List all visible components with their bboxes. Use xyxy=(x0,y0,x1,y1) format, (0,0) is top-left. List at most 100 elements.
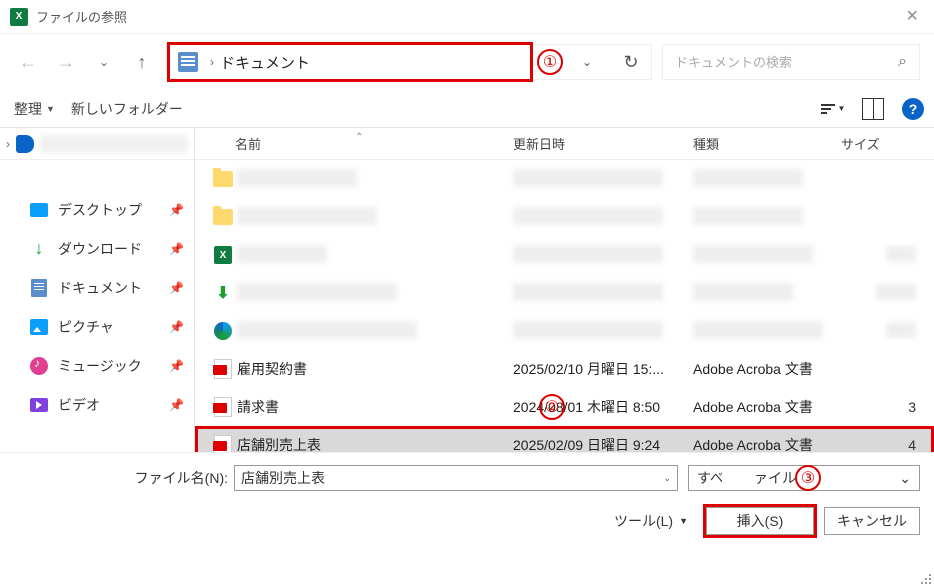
redacted-text xyxy=(886,246,916,262)
toolbar: 整理 ▼ 新しいフォルダー ▼ ? xyxy=(0,90,934,128)
redacted-text xyxy=(513,207,663,225)
file-list: 名前 ⌃ 更新日時 種類 サイズ X xyxy=(195,128,934,452)
chevron-right-icon[interactable]: › xyxy=(6,137,10,151)
tree-item-documents[interactable]: ドキュメント 📌 xyxy=(0,268,194,307)
list-item[interactable] xyxy=(195,160,934,198)
redacted-text xyxy=(513,245,663,263)
tree-label: デスクトップ xyxy=(58,200,159,220)
help-button[interactable]: ? xyxy=(902,98,924,120)
list-item[interactable]: 雇用契約書 2025/02/10 月曜日 15:... Adobe Acroba… xyxy=(195,350,934,388)
annotation-overlay xyxy=(722,469,756,487)
file-name: 店舗別売上表 xyxy=(237,435,513,452)
resize-grip[interactable] xyxy=(916,569,932,585)
redacted-text xyxy=(40,135,188,153)
filename-input[interactable]: 店舗別売上表 ⌄ xyxy=(234,465,678,491)
organize-menu[interactable]: 整理 ▼ xyxy=(10,99,59,119)
close-icon[interactable]: × xyxy=(900,5,924,28)
chevron-down-icon: ▼ xyxy=(838,104,846,113)
main-area: › デスクトップ 📌 ↓ ダウンロード 📌 ドキュメント 📌 ピクチャ 📌 ミ xyxy=(0,128,934,452)
title-bar: X ファイルの参照 × xyxy=(0,0,934,34)
redacted-text xyxy=(237,283,397,301)
list-view-icon xyxy=(821,104,835,114)
refresh-button[interactable]: ↻ xyxy=(611,52,651,73)
up-button[interactable]: ↑ xyxy=(128,48,156,76)
pin-icon: 📌 xyxy=(169,398,184,412)
annotation-marker-3: ③ xyxy=(795,465,821,491)
cancel-button[interactable]: キャンセル xyxy=(824,507,920,535)
chevron-down-icon[interactable]: ⌄ xyxy=(663,473,671,484)
redacted-text xyxy=(693,207,803,225)
redacted-text xyxy=(693,321,823,339)
column-name[interactable]: 名前 ⌃ xyxy=(195,134,513,153)
address-bar[interactable]: › ドキュメント xyxy=(167,42,533,82)
column-date[interactable]: 更新日時 xyxy=(513,134,693,153)
list-item[interactable] xyxy=(195,312,934,350)
music-icon xyxy=(30,357,48,375)
tree-label: ドキュメント xyxy=(58,278,159,298)
tree-label: ミュージック xyxy=(58,356,159,376)
back-button[interactable]: ← xyxy=(14,48,42,76)
redacted-text xyxy=(876,284,916,300)
documents-icon xyxy=(31,279,47,297)
redacted-text xyxy=(886,322,916,338)
file-type: Adobe Acroba 文書 xyxy=(693,435,841,452)
folder-icon xyxy=(213,209,233,225)
list-item-selected[interactable]: 店舗別売上表 2025/02/09 日曜日 9:24 Adobe Acroba … xyxy=(195,426,934,452)
search-box[interactable]: ⌕ xyxy=(662,44,920,80)
tree-item-pictures[interactable]: ピクチャ 📌 xyxy=(0,307,194,346)
list-item[interactable] xyxy=(195,198,934,236)
search-input[interactable] xyxy=(675,55,898,70)
address-history-dropdown[interactable]: ⌄ xyxy=(563,55,611,69)
file-date: 2025/02/10 月曜日 15:... xyxy=(513,359,693,379)
pin-icon: 📌 xyxy=(169,281,184,295)
redacted-text xyxy=(513,321,663,339)
filetype-filter[interactable]: すべ ァイル ⌄ ③ xyxy=(688,465,920,491)
file-type: Adobe Acroba 文書 xyxy=(693,397,841,417)
view-mode-button[interactable]: ▼ xyxy=(818,98,848,120)
window-title: ファイルの参照 xyxy=(36,7,127,26)
chevron-down-icon: ▼ xyxy=(46,104,55,114)
address-location: ドキュメント xyxy=(220,52,310,73)
column-headers: 名前 ⌃ 更新日時 種類 サイズ xyxy=(195,128,934,160)
search-icon[interactable]: ⌕ xyxy=(898,53,907,71)
tree-item-desktop[interactable]: デスクトップ 📌 xyxy=(0,190,194,229)
file-size: 3 xyxy=(841,399,934,415)
preview-pane-button[interactable] xyxy=(862,98,884,120)
redacted-text xyxy=(513,169,663,187)
redacted-text xyxy=(237,245,327,263)
html-file-icon xyxy=(214,322,232,340)
redacted-text xyxy=(693,245,813,263)
column-size[interactable]: サイズ xyxy=(841,134,934,153)
new-folder-button[interactable]: 新しいフォルダー xyxy=(67,99,187,119)
downloads-icon: ↓ xyxy=(35,238,44,259)
tools-menu[interactable]: ツール(L) ▼ xyxy=(614,511,688,531)
insert-button[interactable]: 挿入(S) xyxy=(706,507,814,535)
list-item[interactable]: ⬇ xyxy=(195,274,934,312)
list-item[interactable]: 請求書 2024/08/01 木曜日 8:50 Adobe Acroba 文書 … xyxy=(195,388,934,426)
redacted-text xyxy=(693,283,793,301)
pin-icon: 📌 xyxy=(169,242,184,256)
column-type[interactable]: 種類 xyxy=(693,134,841,153)
tree-item-downloads[interactable]: ↓ ダウンロード 📌 xyxy=(0,229,194,268)
forward-button[interactable]: → xyxy=(52,48,80,76)
folder-icon xyxy=(213,171,233,187)
recent-dropdown[interactable]: ⌄ xyxy=(90,48,118,76)
tree-item-videos[interactable]: ビデオ 📌 xyxy=(0,385,194,424)
annotation-marker-1: ① xyxy=(537,49,563,75)
tree-onedrive-row[interactable]: › xyxy=(0,128,194,160)
filename-label: ファイル名(N): xyxy=(14,468,234,488)
organize-label: 整理 xyxy=(14,99,42,119)
nav-row: ← → ⌄ ↑ › ドキュメント ① ⌄ ↻ ⌕ xyxy=(0,34,934,90)
pdf-file-icon xyxy=(214,435,232,452)
excel-file-icon: X xyxy=(214,246,232,264)
redacted-text xyxy=(693,169,803,187)
tree-item-music[interactable]: ミュージック 📌 xyxy=(0,346,194,385)
redacted-text xyxy=(237,207,377,225)
pin-icon: 📌 xyxy=(169,359,184,373)
excel-app-icon: X xyxy=(10,8,28,26)
redacted-text xyxy=(513,283,663,301)
file-date: 2025/02/09 日曜日 9:24 xyxy=(513,435,693,452)
list-item[interactable]: X xyxy=(195,236,934,274)
redacted-text xyxy=(237,321,417,339)
file-name: 雇用契約書 xyxy=(237,359,513,379)
